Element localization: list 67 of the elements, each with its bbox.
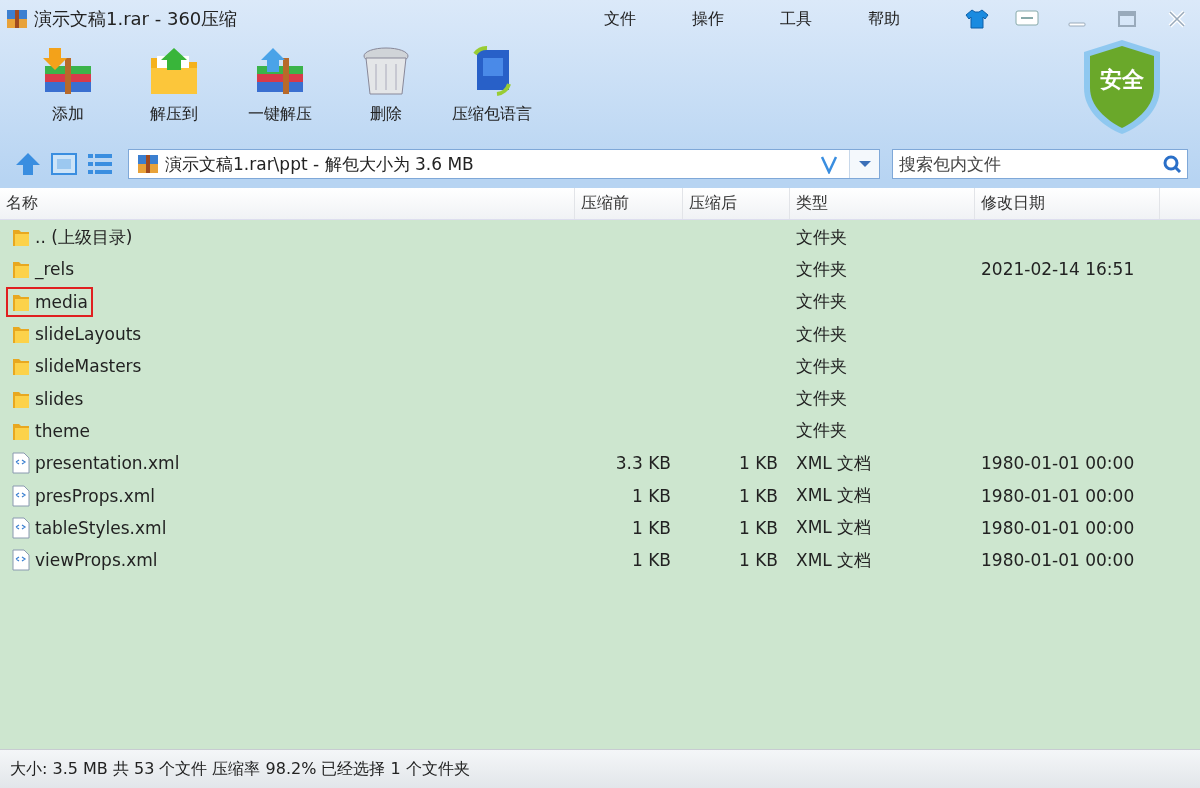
file-name[interactable]: presProps.xml [35, 485, 156, 506]
file-name[interactable]: presentation.xml [35, 453, 180, 474]
modified-date: 1980-01-01 00:00 [981, 453, 1135, 474]
search-icon[interactable] [1162, 154, 1182, 174]
file-name[interactable]: .. (上级目录) [35, 225, 133, 249]
size-before: 1 KB [631, 517, 671, 538]
file-name[interactable]: slides [35, 388, 84, 409]
modified-date: 1980-01-01 00:00 [981, 550, 1135, 571]
size-after: 1 KB [738, 485, 778, 506]
toolbar-button[interactable]: 压缩包语言 [442, 44, 542, 125]
file-type: XML 文档 [796, 517, 872, 538]
file-name[interactable]: theme [35, 420, 90, 441]
xml-file-icon [11, 516, 31, 539]
xml-file-icon [11, 452, 31, 475]
modified-date: 2021-02-14 16:51 [981, 259, 1135, 280]
toolbar-button[interactable]: 添加 [18, 44, 118, 125]
caret-icon[interactable] [857, 160, 872, 168]
file-type: 文件夹 [796, 323, 847, 344]
size-after: 1 KB [738, 517, 778, 538]
status-text: 大小: 3.5 MB 共 53 个文件 压缩率 98.2% 已经选择 1 个文件夹 [10, 758, 470, 780]
xml-file-icon [11, 484, 31, 507]
size-before: 1 KB [631, 550, 671, 571]
file-type: 文件夹 [796, 388, 847, 409]
address-field[interactable]: 演示文稿1.rar\ppt - 解包大小为 3.6 MB [128, 149, 880, 179]
column-header[interactable]: 压缩前 [575, 188, 683, 219]
toolbar-button[interactable]: 一键解压 [230, 44, 330, 125]
archive-icon [137, 154, 159, 174]
file-type: XML 文档 [796, 452, 872, 473]
window-title: 演示文稿1.rar - 360压缩 [34, 7, 238, 31]
check-mark-icon [819, 154, 839, 174]
list-view-icon[interactable] [86, 151, 114, 177]
file-type: XML 文档 [796, 485, 872, 505]
archive-icon [6, 9, 28, 29]
up-arrow-icon[interactable] [14, 151, 42, 177]
toolbar-button[interactable]: 删除 [336, 44, 436, 125]
menu-item[interactable]: 帮助 [858, 8, 910, 30]
menu-item[interactable]: 工具 [770, 8, 822, 30]
thumbnail-view-icon[interactable] [50, 151, 78, 177]
menu-item[interactable]: 文件 [594, 8, 646, 30]
file-type: 文件夹 [796, 226, 847, 247]
search-field[interactable]: 搜索包内文件 [892, 149, 1188, 179]
column-header[interactable]: 类型 [790, 188, 975, 219]
modified-date: 1980-01-01 00:00 [981, 517, 1135, 538]
file-name[interactable]: slideMasters [35, 356, 142, 377]
file-name[interactable]: media [35, 291, 88, 312]
shirt-icon[interactable] [964, 8, 990, 30]
toolbar-button[interactable]: 解压到 [124, 44, 224, 125]
file-type: 文件夹 [796, 291, 847, 312]
column-header[interactable]: 压缩后 [683, 188, 790, 219]
file-type: 文件夹 [796, 258, 847, 279]
size-before: 1 KB [631, 485, 671, 506]
size-after: 1 KB [738, 550, 778, 571]
size-before: 3.3 KB [615, 453, 671, 474]
modified-date: 1980-01-01 00:00 [981, 485, 1135, 506]
column-header[interactable]: 修改日期 [975, 188, 1160, 219]
dropdown-button[interactable] [849, 150, 879, 178]
file-name[interactable]: _rels [35, 259, 75, 280]
file-name[interactable]: slideLayouts [35, 324, 142, 345]
file-type: 文件夹 [796, 420, 847, 441]
file-type: XML 文档 [796, 549, 872, 570]
xml-file-icon [11, 549, 31, 572]
file-name[interactable]: tableStyles.xml [35, 517, 167, 538]
file-type: 文件夹 [796, 355, 847, 376]
size-after: 1 KB [738, 453, 778, 474]
column-header[interactable]: 名称 [0, 188, 575, 219]
file-name[interactable]: viewProps.xml [35, 550, 158, 571]
menu-item[interactable]: 操作 [682, 8, 734, 30]
